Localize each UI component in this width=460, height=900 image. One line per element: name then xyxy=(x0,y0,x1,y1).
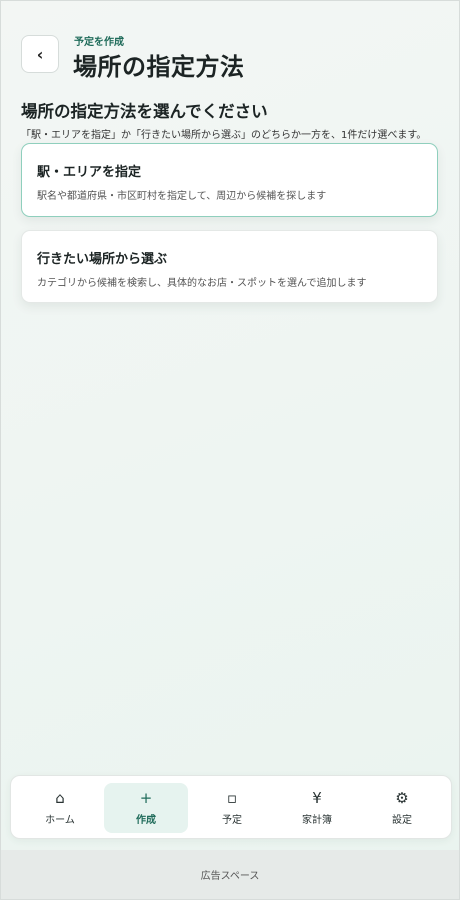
calendar-icon: ▫ xyxy=(226,789,238,807)
page-header: ‹ 予定を作成 場所の指定方法 xyxy=(21,31,441,81)
breadcrumb: 予定を作成 xyxy=(74,37,124,48)
plus-icon: + xyxy=(139,789,153,807)
tab-home[interactable]: ⌂ ホーム xyxy=(18,783,102,833)
option-description: 駅名や都道府県・市区町村を指定して、周辺から候補を探します xyxy=(37,191,327,202)
page-title: 場所の指定方法 xyxy=(73,53,245,81)
ad-space: 広告スペース xyxy=(1,850,459,899)
tab-label: 家計簿 xyxy=(302,815,332,826)
tab-label: 予定 xyxy=(222,815,242,826)
section-description: 「駅・エリアを指定」か「行きたい場所から選ぶ」のどちらか一方を、1件だけ選べます… xyxy=(21,130,427,141)
tab-label: ホーム xyxy=(45,815,75,826)
option-place-select[interactable]: 行きたい場所から選ぶ カテゴリから候補を検索し、具体的なお店・スポットを選んで追… xyxy=(21,230,438,303)
option-title: 駅・エリアを指定 xyxy=(37,165,142,180)
yen-icon: ¥ xyxy=(312,789,322,807)
tab-settings[interactable]: ⚙ 設定 xyxy=(360,783,444,833)
tab-household-budget[interactable]: ¥ 家計簿 xyxy=(275,783,359,833)
section-heading: 場所の指定方法を選んでください xyxy=(21,102,268,121)
tab-create[interactable]: + 作成 xyxy=(104,783,188,833)
gear-icon: ⚙ xyxy=(395,789,409,807)
option-title: 行きたい場所から選ぶ xyxy=(37,252,168,267)
ad-label: 広告スペース xyxy=(200,871,260,882)
back-button[interactable]: ‹ xyxy=(21,35,59,73)
option-description: カテゴリから候補を検索し、具体的なお店・スポットを選んで追加します xyxy=(37,278,367,289)
home-icon: ⌂ xyxy=(55,789,65,807)
tab-label: 作成 xyxy=(136,815,156,826)
tab-label: 設定 xyxy=(392,815,412,826)
option-station-area[interactable]: 駅・エリアを指定 駅名や都道府県・市区町村を指定して、周辺から候補を探します xyxy=(21,143,438,217)
chevron-left-icon: ‹ xyxy=(36,44,44,64)
bottom-tab-bar: ⌂ ホーム + 作成 ▫ 予定 ¥ 家計簿 ⚙ 設定 xyxy=(10,775,452,839)
tab-schedule[interactable]: ▫ 予定 xyxy=(190,783,274,833)
